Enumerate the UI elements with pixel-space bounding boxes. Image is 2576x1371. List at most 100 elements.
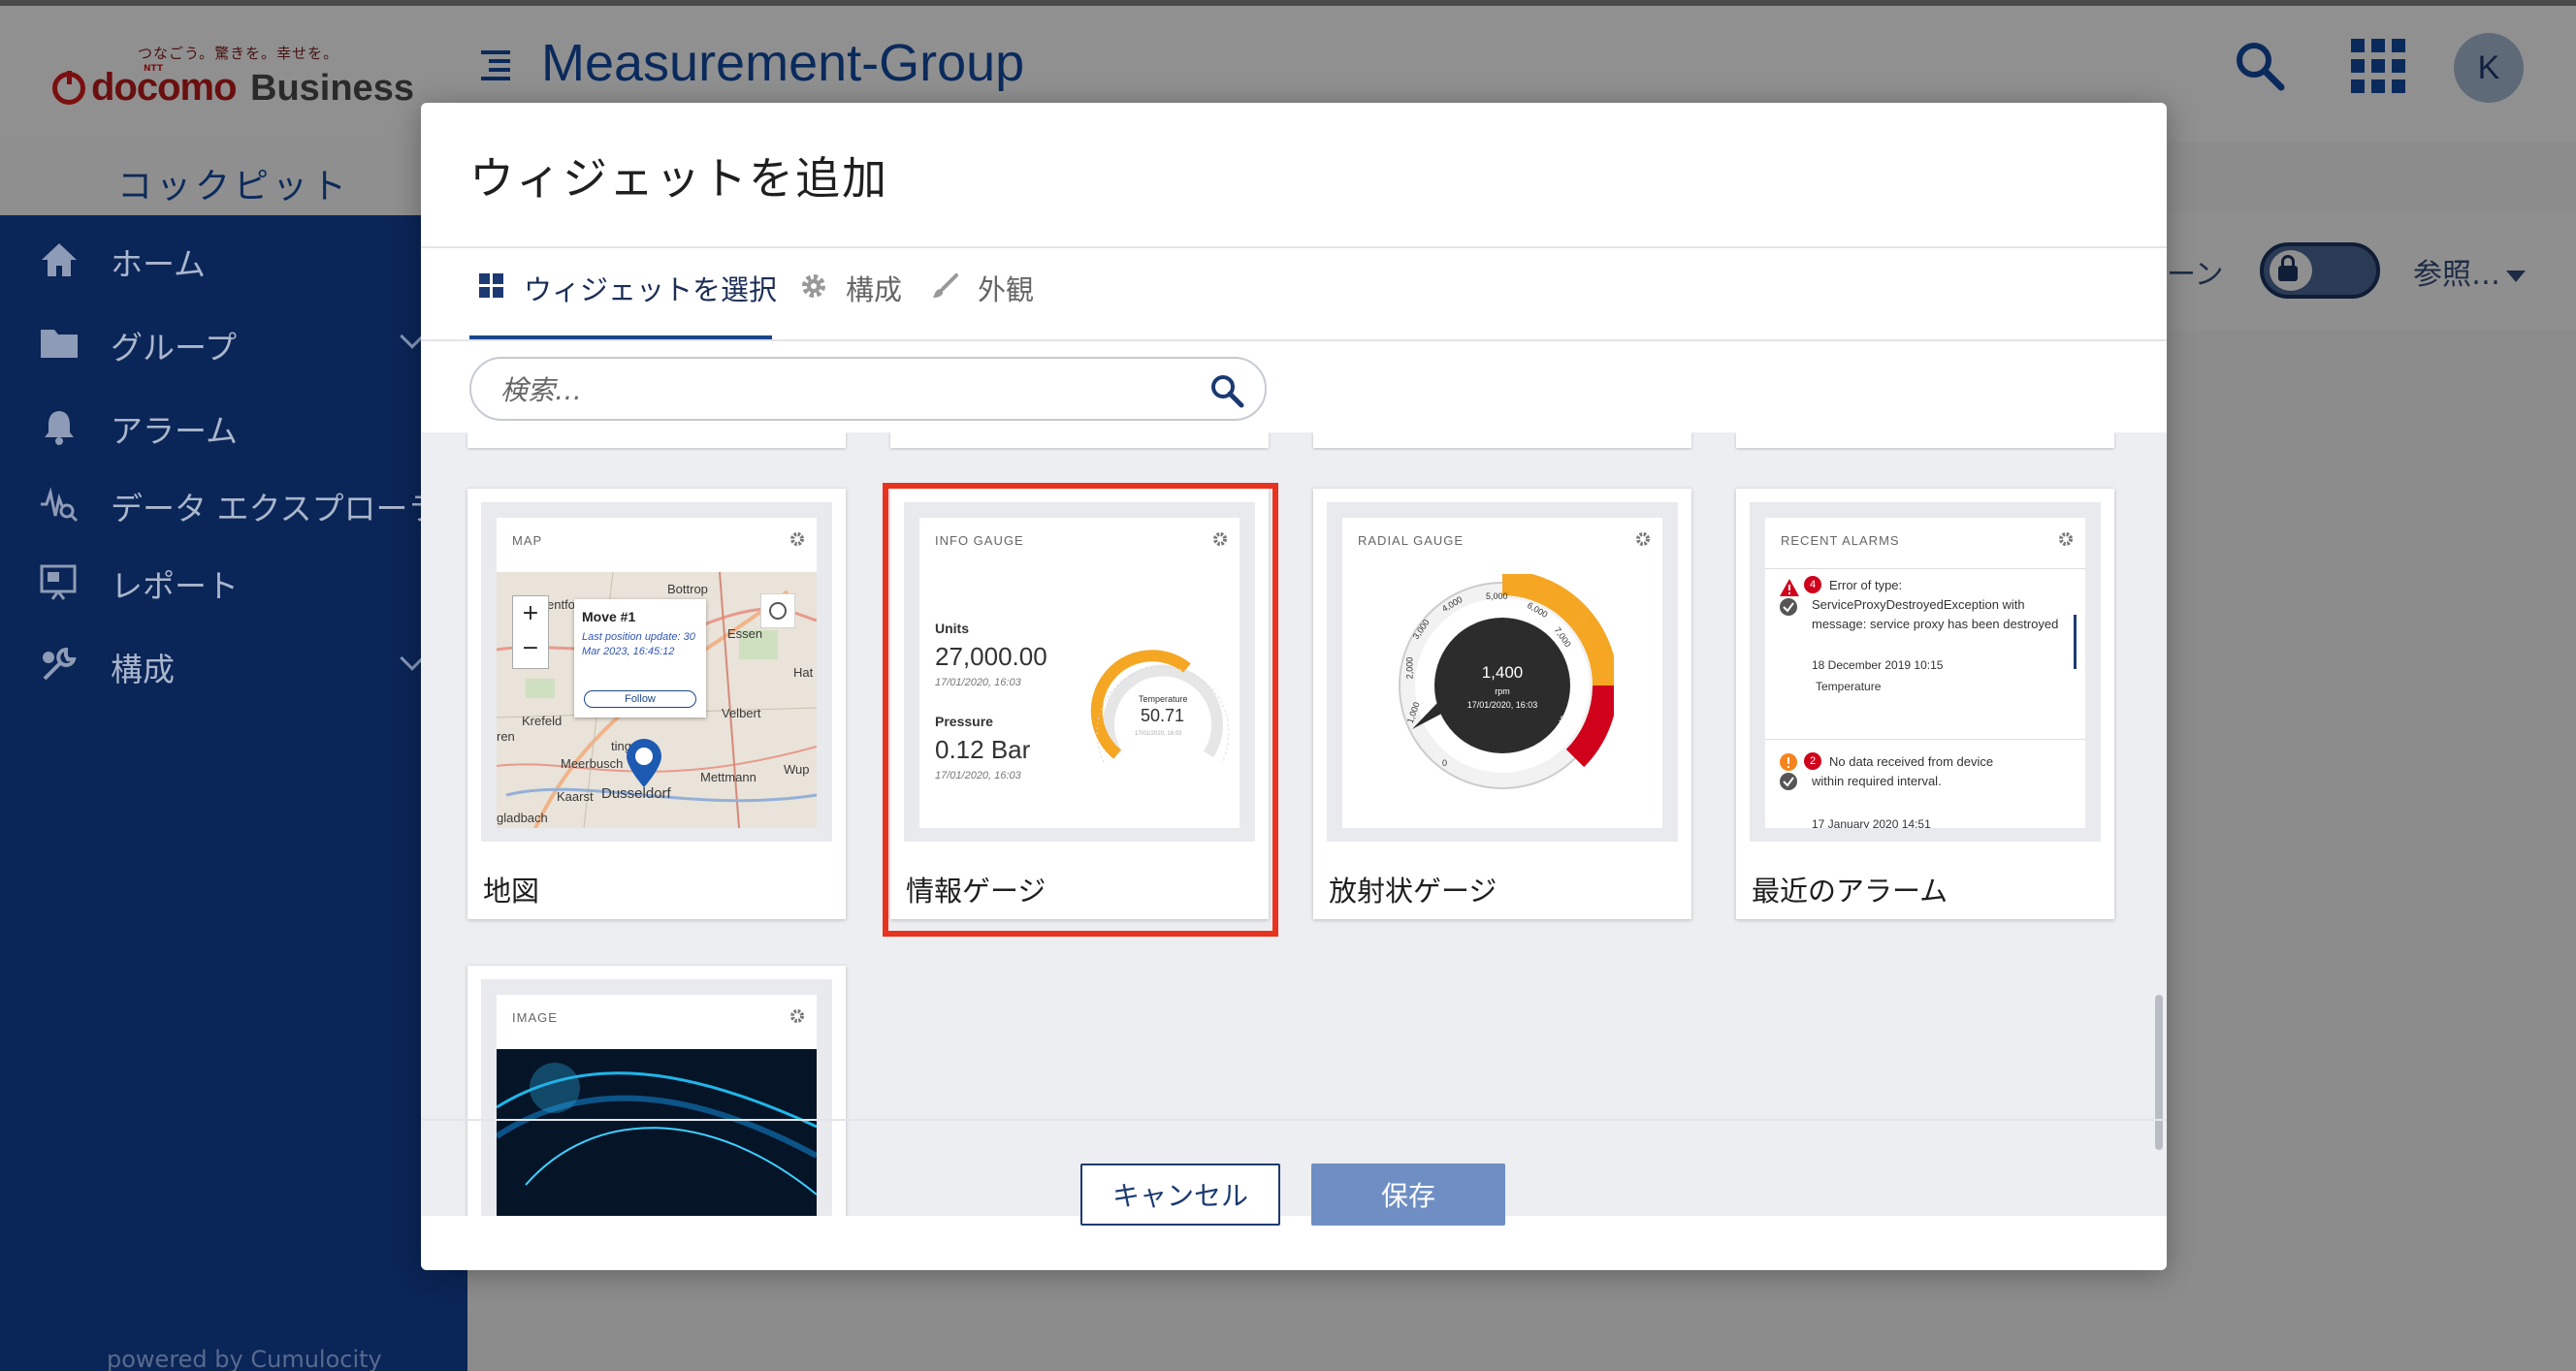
radial-unit: rpm	[1495, 686, 1510, 696]
search-icon[interactable]	[2233, 39, 2287, 93]
preview-header: INFO GAUGE	[935, 533, 1024, 548]
widget-card-radial-gauge[interactable]: RADIAL GAUGE 1,400 rpm 17/01/2020, 16:03	[1313, 489, 1691, 919]
powered-by-footer: powered by Cumulocity	[107, 1346, 382, 1371]
map-label: Meerbusch	[561, 756, 624, 771]
map-popup: Move #1 Last position update: 30 Mar 202…	[574, 599, 706, 717]
widget-card-recent-alarms[interactable]: RECENT ALARMS 4 Error of type: ServicePr…	[1736, 489, 2114, 919]
avatar[interactable]: K	[2454, 33, 2524, 103]
tick-label: 5,000	[1486, 591, 1508, 601]
data-explorer-icon	[41, 487, 79, 523]
zoom-controls: + −	[512, 595, 549, 669]
power-logo-icon	[52, 71, 85, 105]
radial-value: 1,400	[1481, 663, 1524, 682]
sidebar-item-label: データ エクスプローラ	[111, 490, 440, 527]
sidebar-item-label: ホーム	[111, 245, 207, 283]
toolbar-text: ーン	[2167, 258, 2224, 292]
widget-name: 地図	[483, 875, 540, 908]
cancel-button[interactable]: キャンセル	[1080, 1164, 1280, 1226]
map-label: ren	[497, 729, 515, 744]
page-title: Measurement-Group	[541, 34, 1025, 92]
lock-toggle[interactable]	[2260, 242, 2380, 299]
sidebar-item-label: アラーム	[111, 412, 239, 450]
map-label: Velbert	[722, 706, 761, 720]
sidebar-item-label: 構成	[111, 651, 175, 688]
widget-name: 放射状ゲージ	[1329, 875, 1497, 908]
gauge-label: Temperature	[1139, 694, 1188, 704]
widget-card[interactable]	[467, 432, 846, 448]
check-circle-icon	[1780, 598, 1797, 616]
sidebar-item-home[interactable]: ホーム	[39, 231, 446, 289]
config-icon	[43, 647, 77, 681]
widget-card-map[interactable]: MAP Bottrop Essen Krefeld Velbert Meerbu…	[467, 489, 846, 919]
widget-preview: RECENT ALARMS 4 Error of type: ServicePr…	[1750, 502, 2101, 842]
bell-icon	[45, 411, 74, 445]
divider	[421, 246, 2167, 248]
sidebar-item-data-explorer[interactable]: データ エクスプローラ	[39, 475, 446, 533]
divider	[421, 1119, 2167, 1121]
critical-alarm-icon	[1780, 579, 1799, 596]
widget-card[interactable]	[1736, 432, 2114, 448]
sidebar-item-config[interactable]: 構成	[39, 636, 446, 694]
divider	[421, 339, 2167, 341]
widget-card-info-gauge[interactable]: INFO GAUGE Units 27,000.00 17/01/2020, 1…	[890, 489, 1269, 919]
alarm-time: 17 January 2020 14:51	[1812, 817, 1931, 828]
widget-search	[469, 357, 1267, 421]
check-circle-icon	[1780, 773, 1797, 790]
map-view: Bottrop Essen Krefeld Velbert Meerbusch …	[497, 572, 817, 828]
pressure-time: 17/01/2020, 16:03	[935, 770, 1021, 781]
sidebar-item-reports[interactable]: レポート	[39, 553, 446, 611]
gear-icon	[790, 1009, 804, 1023]
gear-icon	[790, 532, 804, 546]
preview-header: IMAGE	[512, 1010, 558, 1025]
reference-label: 参照…	[2413, 258, 2500, 292]
gauge-value: 50.71	[1141, 706, 1185, 725]
tab-label: 構成	[846, 273, 903, 306]
caret-down-icon	[2506, 270, 2526, 282]
reference-dropdown[interactable]: 参照…	[2413, 250, 2526, 293]
tab-label: ウィジェットを選択	[524, 273, 778, 306]
gear-icon	[2059, 532, 2073, 546]
brush-icon	[933, 273, 958, 298]
radial-time: 17/01/2020, 16:03	[1466, 700, 1538, 710]
folder-icon	[41, 330, 78, 358]
widget-card[interactable]	[890, 432, 1269, 448]
widget-card-image[interactable]: IMAGE	[467, 966, 846, 1216]
sidebar-item-groups[interactable]: グループ	[39, 314, 446, 372]
sidebar-item-alarms[interactable]: アラーム	[39, 398, 446, 456]
grid-icon	[479, 273, 503, 298]
app-switcher-icon[interactable]	[2351, 39, 2405, 93]
gallery-scrollbar[interactable]	[2155, 995, 2163, 1150]
widget-preview: RADIAL GAUGE 1,400 rpm 17/01/2020, 16:03	[1327, 502, 1678, 842]
search-input[interactable]	[500, 370, 1179, 409]
pressure-value: 0.12 Bar	[935, 735, 1031, 764]
search-icon[interactable]	[1208, 372, 1245, 409]
preview-header: RECENT ALARMS	[1781, 533, 1900, 548]
map-label: Wup	[784, 762, 810, 777]
map-label: Krefeld	[522, 714, 563, 728]
major-alarm-icon	[1780, 753, 1797, 771]
map-label: gladbach	[497, 811, 548, 825]
widget-name: 情報ゲージ	[906, 875, 1046, 908]
tab-configuration[interactable]: 構成	[799, 268, 916, 324]
image-preview	[497, 1049, 817, 1216]
units-time: 17/01/2020, 16:03	[935, 677, 1021, 688]
tab-appearance[interactable]: 外観	[931, 268, 1047, 324]
widget-card[interactable]	[1313, 432, 1691, 448]
units-label: Units	[935, 621, 969, 636]
sidebar-item-label: グループ	[111, 329, 238, 367]
widget-gallery: MAP Bottrop Essen Krefeld Velbert Meerbu…	[421, 432, 2167, 1216]
scrollbar	[2074, 615, 2077, 669]
alarm-text: No data received from device within requ…	[1812, 754, 1994, 788]
gear-icon	[1636, 532, 1650, 546]
menu-toggle-icon[interactable]	[481, 50, 516, 80]
brand-logo[interactable]: つなごう。驚きを。幸せを。 NTT docomo Business	[50, 39, 414, 116]
tab-select-widget[interactable]: ウィジェットを選択	[477, 268, 777, 324]
save-button[interactable]: 保存	[1311, 1164, 1505, 1226]
map-label: entfo	[547, 597, 575, 612]
dialog-title: ウィジェットを追加	[469, 152, 888, 205]
popup-detail: Last position update: 30 Mar 2023, 16:45…	[582, 631, 695, 657]
map-marker-icon	[627, 739, 661, 787]
alarm-source: Temperature	[1816, 680, 1882, 693]
locate-icon	[760, 593, 795, 628]
preview-header: RADIAL GAUGE	[1358, 533, 1465, 548]
